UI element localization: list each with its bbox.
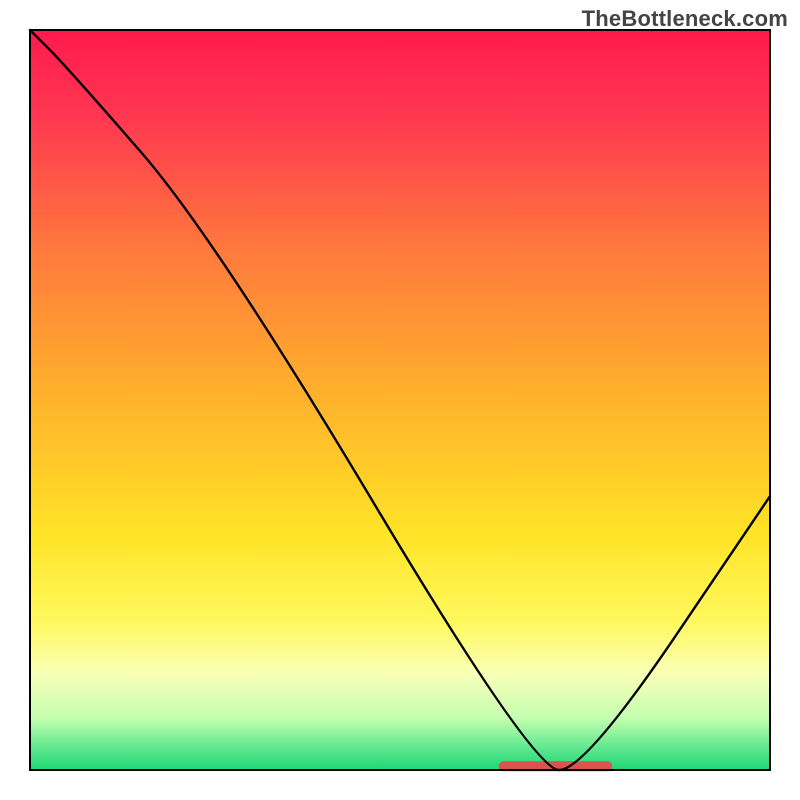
watermark-text: TheBottleneck.com — [582, 6, 788, 32]
bottleneck-chart — [0, 0, 800, 800]
